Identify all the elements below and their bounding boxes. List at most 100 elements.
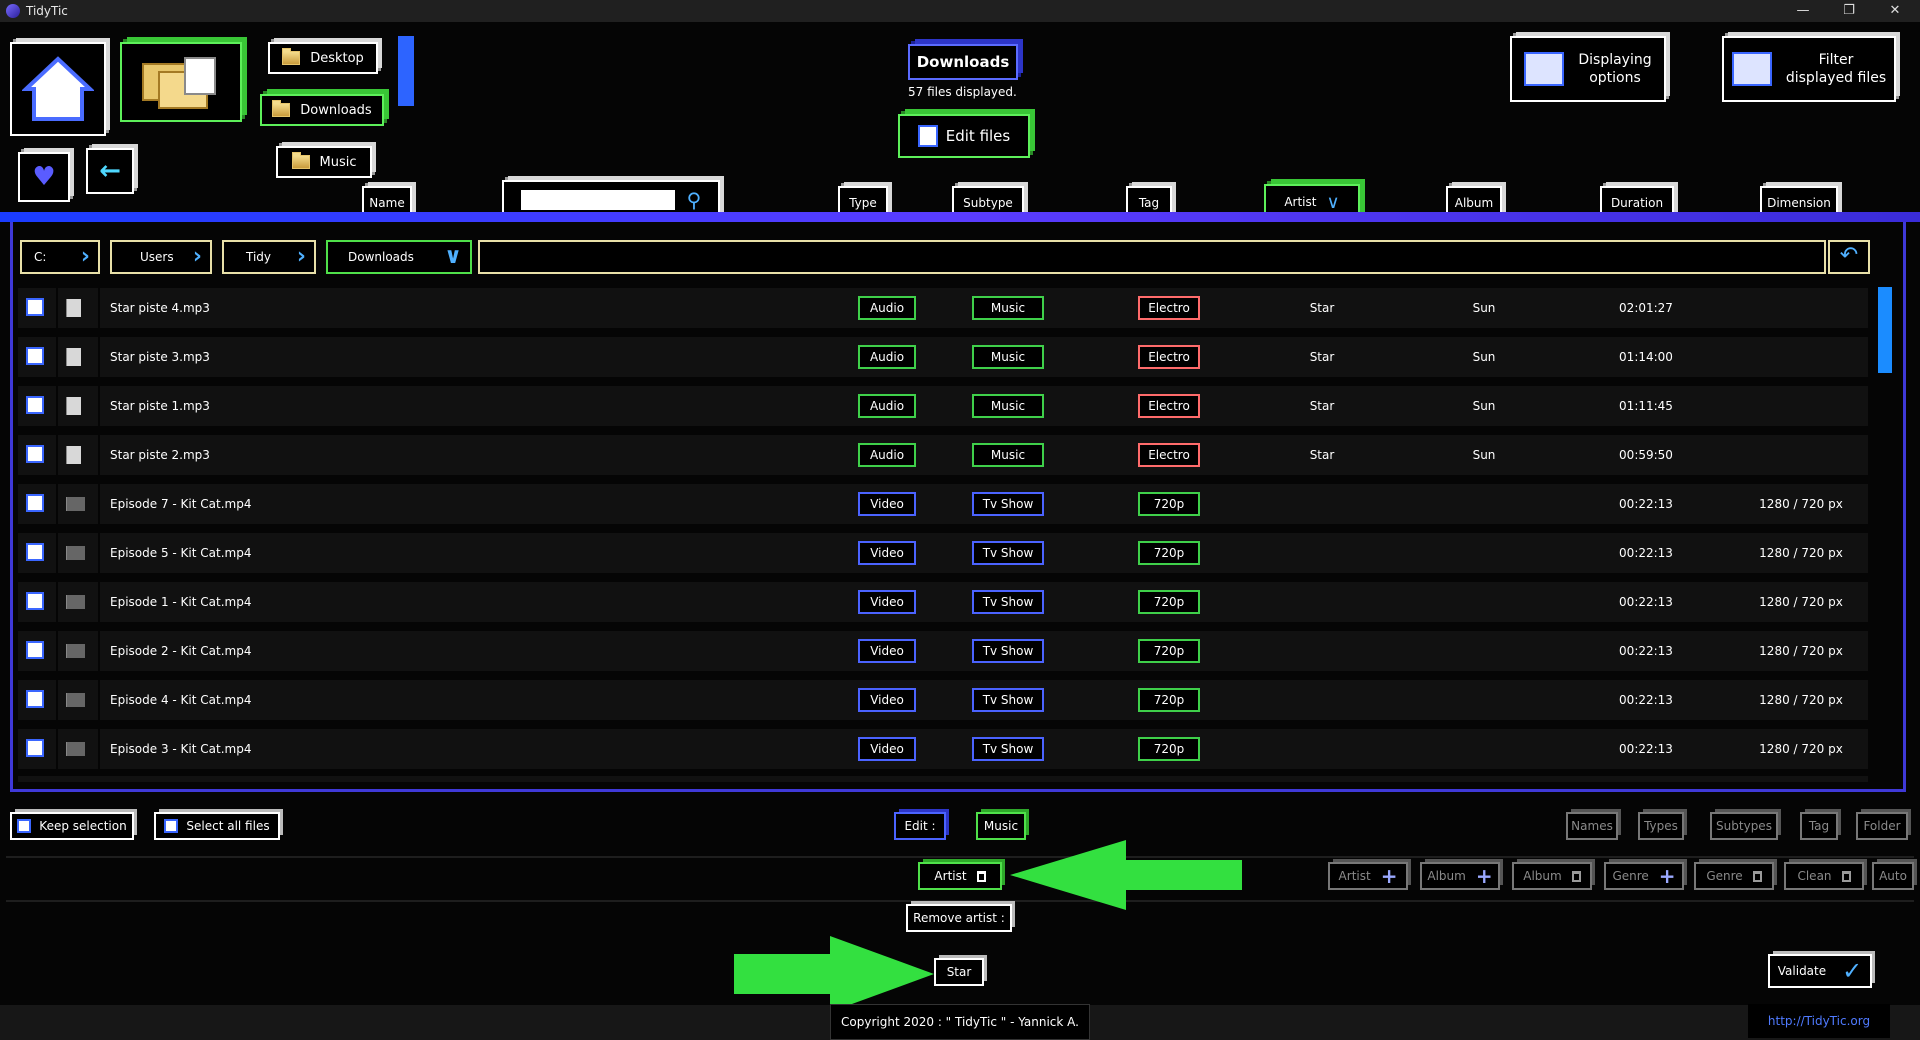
tag-badge: 720p <box>1138 590 1200 614</box>
file-name: Episode 3 - Kit Cat.mp4 <box>110 742 252 756</box>
row-checkbox[interactable] <box>26 298 44 316</box>
duration-cell: 00:22:13 <box>1619 546 1673 560</box>
row-checkbox[interactable] <box>26 543 44 561</box>
quick-folder-desktop[interactable]: Desktop <box>268 42 378 74</box>
type-badge: Video <box>858 688 916 712</box>
artist-cell: Star <box>1309 448 1335 462</box>
edit-icon <box>917 125 938 147</box>
table-row[interactable]: Episode 3 - Kit Cat.mp4 Video Tv Show 720p 0… <box>18 729 1868 771</box>
row-checkbox[interactable] <box>26 396 44 414</box>
album-cell: Sun <box>1472 301 1496 315</box>
row-checkbox[interactable] <box>26 641 44 659</box>
edit-label: Edit : <box>894 812 946 840</box>
dimension-cell: 1280 / 720 px <box>1759 497 1843 511</box>
row-checkbox[interactable] <box>26 739 44 757</box>
table-row[interactable]: Star piste 4.mp3 Audio Music Electro Star Sun… <box>18 288 1868 330</box>
minimize-button[interactable]: — <box>1780 0 1826 22</box>
action-add-genre[interactable]: Genre + <box>1604 862 1684 890</box>
dimension-cell: 1280 / 720 px <box>1759 693 1843 707</box>
filter-files-button[interactable]: Filter displayed files <box>1722 36 1896 102</box>
type-badge: Video <box>858 737 916 761</box>
tag-badge: Electro <box>1138 443 1200 467</box>
duration-cell: 01:11:45 <box>1619 399 1673 413</box>
type-badge: Video <box>858 639 916 663</box>
subtype-badge: Tv Show <box>972 639 1044 663</box>
row-separator <box>56 729 58 769</box>
quick-folder-music[interactable]: Music <box>276 146 372 178</box>
breadcrumb-downloads[interactable]: Downloads ∨ <box>326 240 472 274</box>
displaying-options-button[interactable]: Displaying options <box>1510 36 1666 102</box>
edit-files-button[interactable]: Edit files <box>898 114 1030 158</box>
file-name: Star piste 3.mp3 <box>110 350 210 364</box>
file-name: Star piste 1.mp3 <box>110 399 210 413</box>
undo-icon[interactable]: ↶ <box>1828 240 1870 274</box>
type-badge: Audio <box>858 345 916 369</box>
back-button[interactable]: ← <box>86 148 134 194</box>
breadcrumb-drive[interactable]: C: › <box>20 240 100 274</box>
table-row[interactable]: Star piste 2.mp3 Audio Music Electro Star Sun… <box>18 435 1868 477</box>
duration-cell: 02:01:27 <box>1619 301 1673 315</box>
edit-value-music[interactable]: Music <box>976 812 1026 840</box>
breadcrumb-tidy[interactable]: Tidy › <box>222 240 316 274</box>
action-clean[interactable]: Clean <box>1784 862 1864 890</box>
website-link[interactable]: http://TidyTic.org <box>1748 1004 1890 1038</box>
filter-subtypes[interactable]: Subtypes <box>1710 812 1778 840</box>
artist-value-star[interactable]: Star <box>934 958 984 986</box>
search-input[interactable] <box>520 190 675 210</box>
type-badge: Audio <box>858 296 916 320</box>
keep-selection-button[interactable]: Keep selection <box>10 812 134 840</box>
artist-chip[interactable]: Artist <box>918 862 1002 890</box>
table-row[interactable]: Episode 2 - Kit Cat.mp4 Video Tv Show 720p 0… <box>18 631 1868 673</box>
duration-cell: 00:22:13 <box>1619 595 1673 609</box>
filter-tag[interactable]: Tag <box>1800 812 1838 840</box>
duration-cell: 00:22:13 <box>1619 497 1673 511</box>
row-separator <box>56 680 58 720</box>
row-checkbox[interactable] <box>26 494 44 512</box>
chevron-down-icon: ∨ <box>1326 191 1340 213</box>
quick-folder-scrollbar[interactable] <box>398 36 414 106</box>
list-scrollbar[interactable] <box>1878 287 1892 373</box>
maximize-button[interactable]: ❐ <box>1826 0 1872 22</box>
action-remove-genre[interactable]: Genre <box>1694 862 1774 890</box>
row-separator <box>56 288 58 328</box>
quick-folder-downloads[interactable]: Downloads <box>260 94 384 126</box>
folder-icon <box>291 152 310 169</box>
validate-button[interactable]: Validate ✓ <box>1768 954 1872 988</box>
action-add-album[interactable]: Album + <box>1420 862 1500 890</box>
back-arrow-icon: ← <box>99 156 121 186</box>
subtype-badge: Music <box>972 296 1044 320</box>
path-bar[interactable] <box>478 240 1826 274</box>
table-row[interactable]: Episode 4 - Kit Cat.mp4 Video Tv Show 720p 0… <box>18 680 1868 722</box>
filter-names[interactable]: Names <box>1566 812 1618 840</box>
select-all-button[interactable]: Select all files <box>154 812 280 840</box>
breadcrumb-users[interactable]: Users › <box>110 240 212 274</box>
table-row[interactable]: Episode 5 - Kit Cat.mp4 Video Tv Show 720p 0… <box>18 533 1868 575</box>
audio-file-icon <box>66 397 81 415</box>
filter-folder[interactable]: Folder <box>1856 812 1908 840</box>
close-button[interactable]: ✕ <box>1872 0 1918 22</box>
dimension-cell: 1280 / 720 px <box>1759 595 1843 609</box>
divider <box>6 856 1914 858</box>
favorites-button[interactable]: ♥ <box>18 152 70 202</box>
row-checkbox[interactable] <box>26 690 44 708</box>
chevron-right-icon: › <box>192 244 202 269</box>
artist-cell: Star <box>1309 301 1335 315</box>
filter-types[interactable]: Types <box>1638 812 1684 840</box>
home-button[interactable] <box>10 42 106 136</box>
action-remove-album[interactable]: Album <box>1512 862 1592 890</box>
files-count: 57 files displayed. <box>908 85 1017 99</box>
tag-badge: 720p <box>1138 492 1200 516</box>
table-row[interactable]: Episode 7 - Kit Cat.mp4 Video Tv Show 720p 0… <box>18 484 1868 526</box>
row-checkbox[interactable] <box>26 445 44 463</box>
row-checkbox[interactable] <box>26 347 44 365</box>
table-row[interactable]: Star piste 3.mp3 Audio Music Electro Star Sun… <box>18 337 1868 379</box>
table-row[interactable]: Star piste 1.mp3 Audio Music Electro Star Sun… <box>18 386 1868 428</box>
row-checkbox[interactable] <box>26 592 44 610</box>
folders-button[interactable] <box>120 42 242 122</box>
action-auto[interactable]: Auto <box>1872 862 1914 890</box>
tag-badge: 720p <box>1138 541 1200 565</box>
subtype-badge: Tv Show <box>972 688 1044 712</box>
table-row[interactable]: Episode 1 - Kit Cat.mp4 Video Tv Show 720p 0… <box>18 582 1868 624</box>
action-add-artist[interactable]: Artist + <box>1328 862 1408 890</box>
subtype-badge: Tv Show <box>972 590 1044 614</box>
